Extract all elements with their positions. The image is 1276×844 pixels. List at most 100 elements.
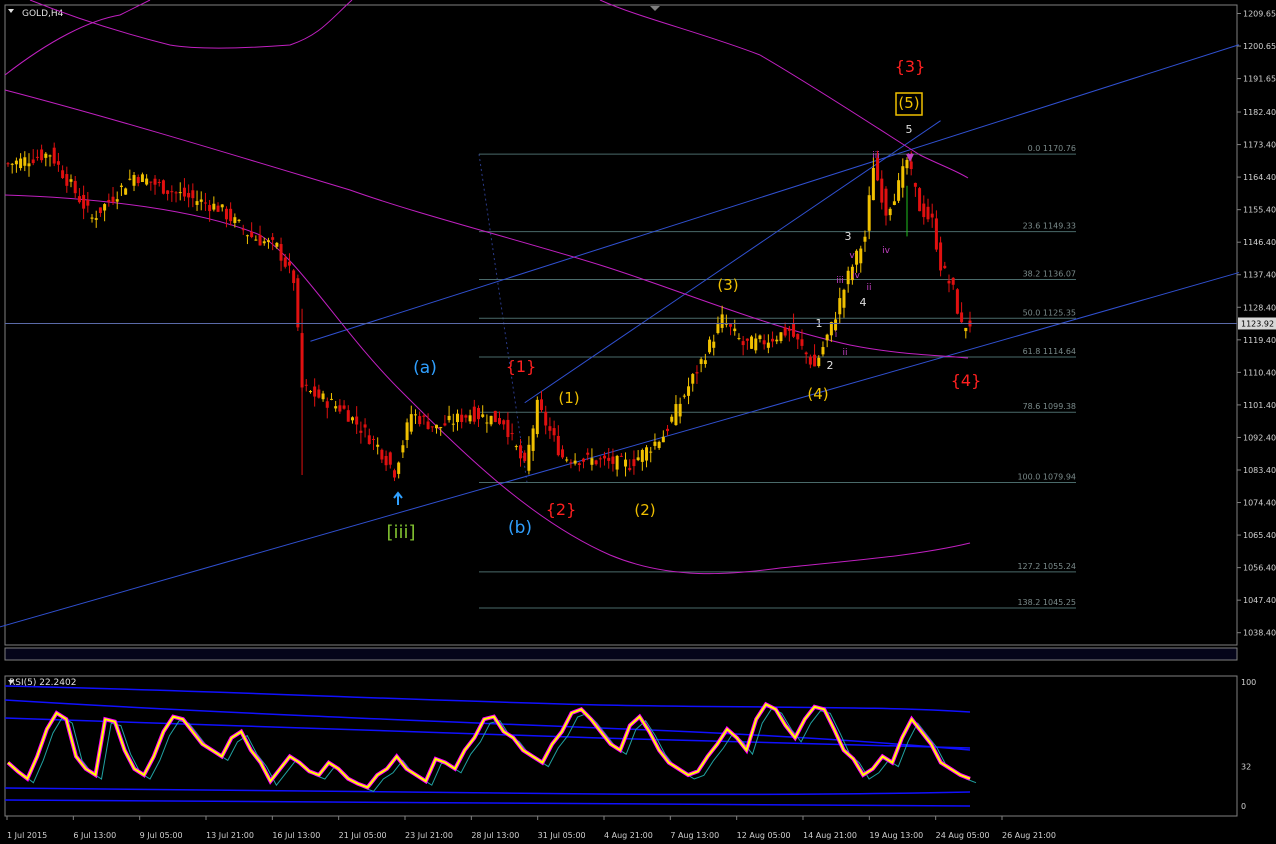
candle-body bbox=[544, 411, 548, 426]
candle-body bbox=[817, 357, 821, 366]
price-tick-label: 1173.40 bbox=[1243, 141, 1276, 150]
candle-body bbox=[548, 426, 552, 431]
candle-body bbox=[401, 445, 405, 453]
candle-body bbox=[334, 406, 338, 409]
candle-body bbox=[229, 208, 233, 222]
candle-body bbox=[825, 334, 829, 341]
candle-body bbox=[577, 463, 581, 465]
candle-body bbox=[384, 455, 388, 466]
main-frame bbox=[4, 4, 1238, 646]
current-price-label: 1123.92 bbox=[1241, 319, 1274, 328]
candle-body bbox=[279, 244, 283, 261]
candle-body bbox=[506, 419, 510, 438]
candle-body bbox=[855, 250, 859, 265]
price-tick-label: 1065.40 bbox=[1243, 531, 1276, 540]
candle-body bbox=[321, 393, 325, 400]
candle-body bbox=[897, 180, 901, 201]
candle-body bbox=[628, 467, 632, 471]
wave-label: (a) bbox=[413, 358, 437, 378]
candle-body bbox=[556, 435, 560, 456]
candle-body bbox=[880, 178, 884, 203]
candle-body bbox=[94, 218, 98, 220]
candle-body bbox=[107, 199, 111, 202]
candle-body bbox=[61, 170, 65, 179]
candle-body bbox=[195, 201, 199, 205]
candle-body bbox=[237, 219, 241, 221]
candle-body bbox=[266, 240, 270, 242]
candle-body bbox=[821, 347, 825, 355]
price-tick-label: 1074.40 bbox=[1243, 499, 1276, 508]
candle-body bbox=[569, 462, 573, 464]
candle-body bbox=[69, 179, 73, 182]
rsi-panel: 100 32 0 bbox=[4, 678, 1256, 811]
wave-label: 5 bbox=[906, 123, 913, 136]
wave-label: iii bbox=[872, 151, 880, 161]
candle-body bbox=[388, 452, 392, 465]
candle-body bbox=[136, 177, 140, 184]
candle-body bbox=[876, 157, 880, 181]
wave-label: (3) bbox=[717, 276, 738, 294]
candle-body bbox=[498, 418, 502, 424]
moving-average-5 bbox=[599, 0, 969, 179]
wave-label: (5) bbox=[898, 94, 919, 112]
candle-body bbox=[720, 314, 724, 328]
candle-body bbox=[758, 335, 762, 340]
fibonacci-levels: 0.0 1170.76 23.6 1149.33 38.2 1136.07 50.0 … bbox=[478, 144, 1076, 609]
fib-label: 78.6 1099.38 bbox=[1023, 402, 1076, 411]
buy-arrow-icon bbox=[393, 491, 403, 505]
wave-label: {1} bbox=[506, 357, 537, 376]
price-tick-label: 1119.40 bbox=[1243, 336, 1276, 345]
candle-body bbox=[35, 156, 39, 158]
candle-body bbox=[233, 217, 237, 223]
candle-body bbox=[157, 181, 161, 183]
candle-body bbox=[296, 278, 300, 328]
candle-body bbox=[955, 289, 959, 314]
candle-body bbox=[733, 328, 737, 332]
candle-body bbox=[98, 207, 102, 214]
price-tick-label: 1092.40 bbox=[1243, 433, 1276, 442]
fib-label: 23.6 1149.33 bbox=[1023, 222, 1076, 231]
candle-body bbox=[392, 470, 396, 478]
candle-body bbox=[960, 312, 964, 323]
time-tick-label: 19 Aug 13:00 bbox=[869, 831, 923, 840]
candle-body bbox=[808, 356, 812, 365]
wave-label: (2) bbox=[634, 501, 655, 519]
candle-body bbox=[842, 289, 846, 308]
candle-body bbox=[640, 449, 644, 462]
shift-marker-icon bbox=[650, 6, 660, 11]
candle-body bbox=[687, 386, 691, 396]
candle-body bbox=[103, 204, 107, 211]
candle-body bbox=[863, 236, 867, 242]
candle-body bbox=[561, 449, 565, 458]
candle-body bbox=[838, 298, 842, 315]
wave-label: ii bbox=[842, 348, 847, 358]
volume-strip bbox=[4, 647, 1238, 661]
price-tick-label: 1146.40 bbox=[1243, 238, 1276, 247]
wave-labels: {3}(5)5iiiv3viviiiiiiv41iii2(3)(4){4}(a)… bbox=[386, 57, 981, 543]
candle-body bbox=[77, 196, 81, 203]
fib-label: 100.0 1079.94 bbox=[1017, 473, 1076, 482]
candle-body bbox=[523, 452, 527, 462]
candle-body bbox=[363, 424, 367, 428]
candle-body bbox=[245, 235, 249, 237]
candle-body bbox=[913, 182, 917, 187]
candle-body bbox=[708, 339, 712, 353]
wave-label: {4} bbox=[951, 371, 982, 390]
candle-body bbox=[666, 428, 670, 432]
candle-body bbox=[678, 403, 682, 417]
candle-body bbox=[682, 395, 686, 397]
candle-body bbox=[745, 338, 749, 341]
time-tick-label: 24 Aug 05:00 bbox=[936, 831, 990, 840]
candle-body bbox=[535, 399, 539, 435]
wave-label: iv bbox=[852, 271, 861, 281]
candle-body bbox=[451, 423, 455, 425]
candle-body bbox=[342, 405, 346, 409]
candle-body bbox=[699, 359, 703, 364]
candle-body bbox=[216, 205, 220, 212]
price-tick-label: 1083.40 bbox=[1243, 466, 1276, 475]
candle-body bbox=[871, 167, 875, 201]
rsi-axis-label: 32 bbox=[1241, 762, 1251, 771]
price-tick-label: 1155.40 bbox=[1243, 206, 1276, 215]
time-tick-label: 26 Aug 21:00 bbox=[1002, 831, 1056, 840]
candle-body bbox=[174, 192, 178, 194]
